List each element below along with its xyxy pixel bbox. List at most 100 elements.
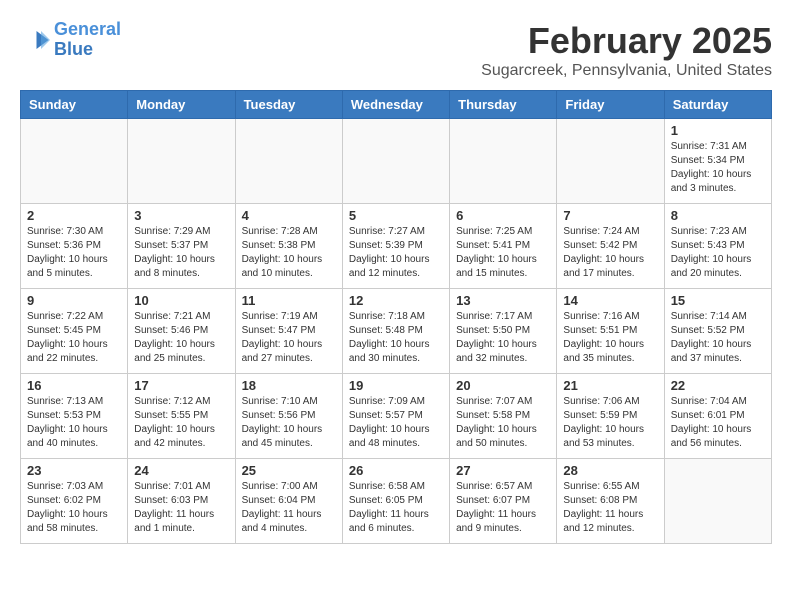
- calendar-cell: [450, 119, 557, 204]
- calendar-cell: 11 Sunrise: 7:19 AM Sunset: 5:47 PM Dayli…: [235, 289, 342, 374]
- day-number: 24: [134, 463, 228, 478]
- day-info: Sunrise: 7:25 AM Sunset: 5:41 PM Dayligh…: [456, 225, 550, 281]
- calendar-cell: 13Sunrise: 7:17 AM Sunset: 5:50 PM Dayli…: [450, 289, 557, 374]
- day-number: 16: [27, 378, 121, 393]
- day-number: 5: [349, 208, 443, 223]
- calendar-cell: 3 Sunrise: 7:29 AM Sunset: 5:37 PM Daylig…: [128, 204, 235, 289]
- calendar-cell: 18 Sunrise: 7:10 AM Sunset: 5:56 PM Dayli…: [235, 374, 342, 459]
- day-info: Sunrise: 7:13 AM Sunset: 5:53 PM Dayligh…: [27, 395, 121, 451]
- title-block: February 2025 Sugarcreek, Pennsylvania, …: [481, 20, 772, 80]
- day-info: Sunrise: 7:07 AM Sunset: 5:58 PM Dayligh…: [456, 395, 550, 451]
- logo: General Blue: [20, 20, 121, 60]
- weekday-header-thursday: Thursday: [450, 91, 557, 119]
- day-number: 14: [563, 293, 657, 308]
- week-row-1: 2 Sunrise: 7:30 AM Sunset: 5:36 PM Daylig…: [21, 204, 772, 289]
- day-number: 4: [242, 208, 336, 223]
- calendar-cell: 12 Sunrise: 7:18 AM Sunset: 5:48 PM Dayli…: [342, 289, 449, 374]
- day-number: 11: [242, 293, 336, 308]
- calendar-cell: 6Sunrise: 7:25 AM Sunset: 5:41 PM Daylig…: [450, 204, 557, 289]
- day-info: Sunrise: 7:21 AM Sunset: 5:46 PM Dayligh…: [134, 310, 228, 366]
- day-info: Sunrise: 7:03 AM Sunset: 6:02 PM Dayligh…: [27, 480, 121, 536]
- day-number: 2: [27, 208, 121, 223]
- day-info: Sunrise: 6:55 AM Sunset: 6:08 PM Dayligh…: [563, 480, 657, 536]
- day-number: 18: [242, 378, 336, 393]
- week-row-2: 9Sunrise: 7:22 AM Sunset: 5:45 PM Daylig…: [21, 289, 772, 374]
- day-info: Sunrise: 7:04 AM Sunset: 6:01 PM Dayligh…: [671, 395, 765, 451]
- calendar-cell: 24Sunrise: 7:01 AM Sunset: 6:03 PM Dayli…: [128, 459, 235, 544]
- weekday-header-wednesday: Wednesday: [342, 91, 449, 119]
- day-number: 27: [456, 463, 550, 478]
- day-info: Sunrise: 6:57 AM Sunset: 6:07 PM Dayligh…: [456, 480, 550, 536]
- calendar-cell: 1 Sunrise: 7:31 AM Sunset: 5:34 PM Daylig…: [664, 119, 771, 204]
- calendar: SundayMondayTuesdayWednesdayThursdayFrid…: [20, 90, 772, 544]
- day-info: Sunrise: 7:30 AM Sunset: 5:36 PM Dayligh…: [27, 225, 121, 281]
- day-number: 22: [671, 378, 765, 393]
- day-info: Sunrise: 7:09 AM Sunset: 5:57 PM Dayligh…: [349, 395, 443, 451]
- calendar-cell: 28 Sunrise: 6:55 AM Sunset: 6:08 PM Dayli…: [557, 459, 664, 544]
- day-number: 3: [134, 208, 228, 223]
- calendar-cell: 9Sunrise: 7:22 AM Sunset: 5:45 PM Daylig…: [21, 289, 128, 374]
- day-number: 17: [134, 378, 228, 393]
- day-info: Sunrise: 7:14 AM Sunset: 5:52 PM Dayligh…: [671, 310, 765, 366]
- day-number: 15: [671, 293, 765, 308]
- calendar-cell: [342, 119, 449, 204]
- day-info: Sunrise: 7:31 AM Sunset: 5:34 PM Dayligh…: [671, 140, 765, 196]
- calendar-cell: 5 Sunrise: 7:27 AM Sunset: 5:39 PM Daylig…: [342, 204, 449, 289]
- day-number: 26: [349, 463, 443, 478]
- calendar-cell: 27 Sunrise: 6:57 AM Sunset: 6:07 PM Dayli…: [450, 459, 557, 544]
- calendar-cell: 2 Sunrise: 7:30 AM Sunset: 5:36 PM Daylig…: [21, 204, 128, 289]
- day-info: Sunrise: 7:18 AM Sunset: 5:48 PM Dayligh…: [349, 310, 443, 366]
- calendar-cell: 25 Sunrise: 7:00 AM Sunset: 6:04 PM Dayli…: [235, 459, 342, 544]
- day-info: Sunrise: 7:00 AM Sunset: 6:04 PM Dayligh…: [242, 480, 336, 536]
- day-number: 25: [242, 463, 336, 478]
- calendar-cell: 15 Sunrise: 7:14 AM Sunset: 5:52 PM Dayli…: [664, 289, 771, 374]
- calendar-cell: 21Sunrise: 7:06 AM Sunset: 5:59 PM Dayli…: [557, 374, 664, 459]
- calendar-cell: 22 Sunrise: 7:04 AM Sunset: 6:01 PM Dayli…: [664, 374, 771, 459]
- calendar-cell: [557, 119, 664, 204]
- calendar-cell: [664, 459, 771, 544]
- weekday-header-monday: Monday: [128, 91, 235, 119]
- calendar-cell: 20 Sunrise: 7:07 AM Sunset: 5:58 PM Dayli…: [450, 374, 557, 459]
- calendar-cell: 23Sunrise: 7:03 AM Sunset: 6:02 PM Dayli…: [21, 459, 128, 544]
- day-info: Sunrise: 7:10 AM Sunset: 5:56 PM Dayligh…: [242, 395, 336, 451]
- day-number: 21: [563, 378, 657, 393]
- calendar-cell: 14Sunrise: 7:16 AM Sunset: 5:51 PM Dayli…: [557, 289, 664, 374]
- day-info: Sunrise: 7:27 AM Sunset: 5:39 PM Dayligh…: [349, 225, 443, 281]
- week-row-4: 23Sunrise: 7:03 AM Sunset: 6:02 PM Dayli…: [21, 459, 772, 544]
- day-number: 10: [134, 293, 228, 308]
- day-number: 13: [456, 293, 550, 308]
- logo-line2: Blue: [54, 39, 93, 59]
- calendar-cell: 10 Sunrise: 7:21 AM Sunset: 5:46 PM Dayli…: [128, 289, 235, 374]
- calendar-cell: 7 Sunrise: 7:24 AM Sunset: 5:42 PM Daylig…: [557, 204, 664, 289]
- day-info: Sunrise: 7:23 AM Sunset: 5:43 PM Dayligh…: [671, 225, 765, 281]
- calendar-cell: [21, 119, 128, 204]
- calendar-cell: [235, 119, 342, 204]
- week-row-3: 16 Sunrise: 7:13 AM Sunset: 5:53 PM Dayli…: [21, 374, 772, 459]
- day-info: Sunrise: 7:22 AM Sunset: 5:45 PM Dayligh…: [27, 310, 121, 366]
- logo-line1: General: [54, 19, 121, 39]
- logo-text: General Blue: [54, 20, 121, 60]
- page-header: General Blue February 2025 Sugarcreek, P…: [20, 20, 772, 80]
- day-number: 8: [671, 208, 765, 223]
- weekday-header-sunday: Sunday: [21, 91, 128, 119]
- day-info: Sunrise: 7:19 AM Sunset: 5:47 PM Dayligh…: [242, 310, 336, 366]
- calendar-cell: 16 Sunrise: 7:13 AM Sunset: 5:53 PM Dayli…: [21, 374, 128, 459]
- day-info: Sunrise: 6:58 AM Sunset: 6:05 PM Dayligh…: [349, 480, 443, 536]
- calendar-cell: [128, 119, 235, 204]
- calendar-cell: 4 Sunrise: 7:28 AM Sunset: 5:38 PM Daylig…: [235, 204, 342, 289]
- day-number: 7: [563, 208, 657, 223]
- month-title: February 2025: [481, 20, 772, 62]
- day-info: Sunrise: 7:28 AM Sunset: 5:38 PM Dayligh…: [242, 225, 336, 281]
- day-info: Sunrise: 7:12 AM Sunset: 5:55 PM Dayligh…: [134, 395, 228, 451]
- day-info: Sunrise: 7:24 AM Sunset: 5:42 PM Dayligh…: [563, 225, 657, 281]
- calendar-cell: 26 Sunrise: 6:58 AM Sunset: 6:05 PM Dayli…: [342, 459, 449, 544]
- day-number: 19: [349, 378, 443, 393]
- day-number: 12: [349, 293, 443, 308]
- weekday-header-friday: Friday: [557, 91, 664, 119]
- day-info: Sunrise: 7:29 AM Sunset: 5:37 PM Dayligh…: [134, 225, 228, 281]
- day-number: 20: [456, 378, 550, 393]
- location: Sugarcreek, Pennsylvania, United States: [481, 62, 772, 80]
- day-number: 28: [563, 463, 657, 478]
- day-number: 1: [671, 123, 765, 138]
- week-row-0: 1 Sunrise: 7:31 AM Sunset: 5:34 PM Daylig…: [21, 119, 772, 204]
